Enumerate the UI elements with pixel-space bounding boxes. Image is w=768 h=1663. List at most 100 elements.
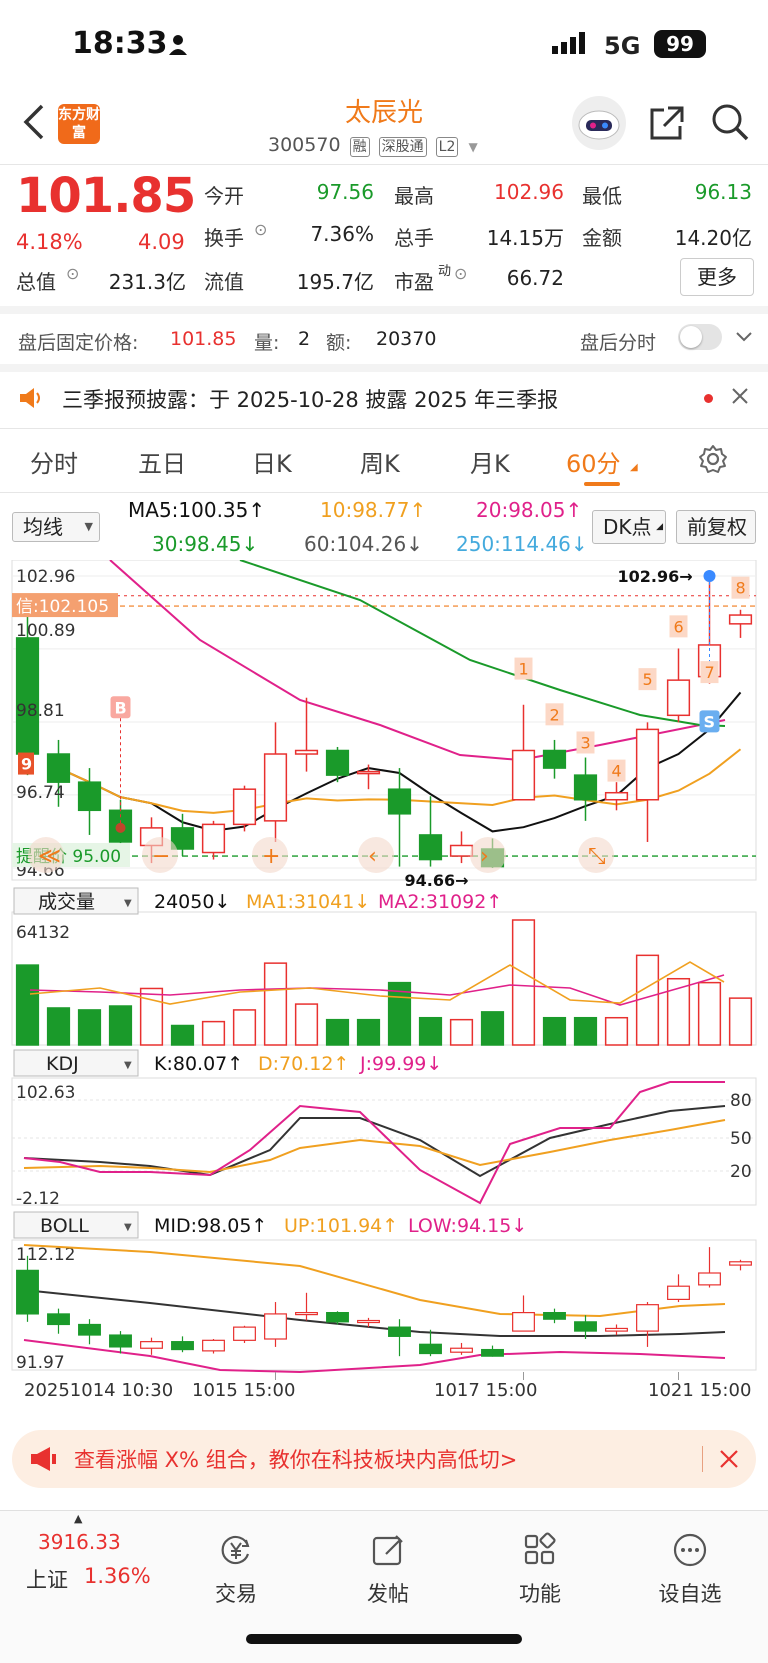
volume-ma1-line xyxy=(29,961,725,1005)
kdj-selector-label: KDJ xyxy=(46,1053,79,1075)
ma-selector-label: 均线 xyxy=(23,515,63,539)
ma30-value: 30:98.45↓ xyxy=(152,532,259,556)
section-gap xyxy=(0,306,768,314)
boll-low-value: LOW:94.15↓ xyxy=(408,1215,527,1237)
volume-bar xyxy=(635,954,660,1046)
boll-candle-body xyxy=(357,1319,380,1324)
volume-bar xyxy=(263,962,288,1046)
change-value: 4.09 xyxy=(138,230,185,254)
info-icon[interactable]: ⊙ xyxy=(254,220,267,239)
count-tag: 7 xyxy=(705,663,715,682)
nav-watchlist[interactable]: 设自选 xyxy=(640,1532,740,1608)
stock-code-row[interactable]: 300570 融 深股通 L2 ▼ xyxy=(268,134,478,157)
volume-bar xyxy=(728,997,753,1046)
candle-body xyxy=(77,781,102,812)
buy-point-dot xyxy=(115,822,126,833)
boll-candle-body xyxy=(326,1311,349,1323)
nav-functions[interactable]: 功能 xyxy=(490,1532,590,1608)
boll-candle-body xyxy=(78,1323,101,1336)
after-hours-price: 101.85 xyxy=(170,328,237,350)
tab-60min-corner: ◢ xyxy=(630,462,638,473)
kdj-d-value: D:70.12↑ xyxy=(258,1053,349,1075)
open-value: 97.56 xyxy=(316,180,374,204)
info-icon[interactable]: ⊙ xyxy=(66,264,79,283)
volume-max-label: 64132 xyxy=(16,923,70,943)
boll-candle-body xyxy=(729,1261,752,1266)
kdj-level-label: 50 xyxy=(730,1129,752,1149)
chevron-down-icon: ▼ xyxy=(124,1060,132,1071)
chevron-down-icon: ▼ xyxy=(84,520,93,533)
network-label: 5G xyxy=(604,32,641,60)
low-marker: 94.66→ xyxy=(405,871,469,890)
adjust-button[interactable]: 前复权 xyxy=(676,510,756,544)
kdj-level-label: 20 xyxy=(730,1162,752,1182)
info-icon[interactable]: ⊙ xyxy=(454,264,467,283)
x-axis-label: 1015 15:00 xyxy=(192,1380,295,1401)
boll-candle-body xyxy=(171,1341,194,1351)
battery-icon: 99 xyxy=(654,30,706,58)
tab-five-day[interactable]: 五日 xyxy=(138,444,186,479)
chevron-down-icon[interactable] xyxy=(734,326,754,350)
ma-selector[interactable]: 均线 ▼ xyxy=(12,512,100,542)
pe-sup: 动 xyxy=(438,264,452,279)
tab-60min[interactable]: 60分 xyxy=(566,444,621,479)
more-button[interactable]: 更多 xyxy=(680,258,754,296)
after-hours-toggle-label: 盘后分时 xyxy=(580,332,657,354)
volume-bar xyxy=(449,1018,474,1046)
tab-intraday[interactable]: 分时 xyxy=(30,444,78,479)
boll-up-value: UP:101.94↑ xyxy=(284,1215,398,1237)
volume-bar xyxy=(170,1024,195,1046)
chart-prev-icon[interactable]: ‹ xyxy=(368,844,377,869)
index-pct[interactable]: 1.36% xyxy=(84,1564,151,1588)
chart-scroll-left-icon[interactable]: ≪ xyxy=(38,844,61,869)
fullscreen-icon[interactable]: ⤡ xyxy=(588,844,606,869)
nav-trade[interactable]: 交易 xyxy=(186,1532,286,1608)
count-tag: 1 xyxy=(519,660,529,679)
count-tag: 6 xyxy=(674,617,684,636)
after-hours-toggle[interactable] xyxy=(678,324,722,350)
count-tag: 5 xyxy=(643,670,653,689)
index-name[interactable]: 上证 xyxy=(26,1564,68,1594)
index-value[interactable]: 3916.33 xyxy=(38,1530,121,1554)
volume-bar xyxy=(356,1018,381,1046)
notice-bar[interactable]: 三季报预披露：于 2025-10-28 披露 2025 年三季报 xyxy=(0,370,768,426)
zoom-out-icon[interactable]: − xyxy=(152,844,170,869)
promo-text: 查看涨幅 X% 组合，教你在科技板块内高低切> xyxy=(74,1448,518,1472)
assistant-robot-icon[interactable] xyxy=(572,96,626,150)
high-label: 最高 xyxy=(394,184,434,208)
boll-candle-body xyxy=(109,1334,132,1348)
x-axis-label: 1021 15:00 xyxy=(648,1380,751,1401)
gear-icon[interactable] xyxy=(698,444,728,478)
high-marker: 102.96→ xyxy=(618,567,693,586)
zoom-in-icon[interactable]: + xyxy=(262,844,280,869)
kline-chart[interactable]: 102.96100.8998.8196.7494.66信:102.105提醒价 … xyxy=(0,560,768,1410)
ma10-value: 10:98.77↑ xyxy=(320,498,427,522)
boll-candle-body xyxy=(202,1339,225,1352)
volume-bar xyxy=(294,1003,319,1046)
notice-text: 三季报预披露：于 2025-10-28 披露 2025 年三季报 xyxy=(62,388,559,412)
boll-candle-body xyxy=(264,1313,287,1340)
tab-monthly-k[interactable]: 月K xyxy=(470,444,510,479)
candle-body xyxy=(666,679,691,717)
total-value: 231.3亿 xyxy=(108,270,186,294)
promo-banner[interactable]: 查看涨幅 X% 组合，教你在科技板块内高低切> xyxy=(12,1430,756,1488)
search-icon[interactable] xyxy=(710,102,750,146)
boll-selector-label: BOLL xyxy=(40,1215,89,1237)
after-hours-vol-label: 量: xyxy=(254,332,280,354)
share-icon[interactable] xyxy=(648,104,686,146)
boll-candle-body xyxy=(388,1326,411,1337)
total-hands-value: 14.15万 xyxy=(486,226,564,250)
promo-divider xyxy=(702,1446,703,1472)
boll-candle-body xyxy=(698,1272,721,1286)
close-icon[interactable] xyxy=(730,386,750,410)
after-hours-amt-label: 额: xyxy=(326,332,352,354)
nav-post[interactable]: 发帖 xyxy=(338,1532,438,1608)
close-icon[interactable] xyxy=(718,1448,740,1474)
volume-bar xyxy=(604,1016,629,1046)
chevron-down-icon: ▼ xyxy=(124,1222,132,1233)
dk-point-button[interactable]: DK点 ◢ xyxy=(592,510,666,544)
after-hours-bar: 盘后固定价格: 101.85 量: 2 额: 20370 盘后分时 xyxy=(0,314,768,366)
tab-weekly-k[interactable]: 周K xyxy=(360,444,400,479)
tab-daily-k[interactable]: 日K xyxy=(252,444,292,479)
chart-next-icon[interactable]: › xyxy=(480,844,489,869)
